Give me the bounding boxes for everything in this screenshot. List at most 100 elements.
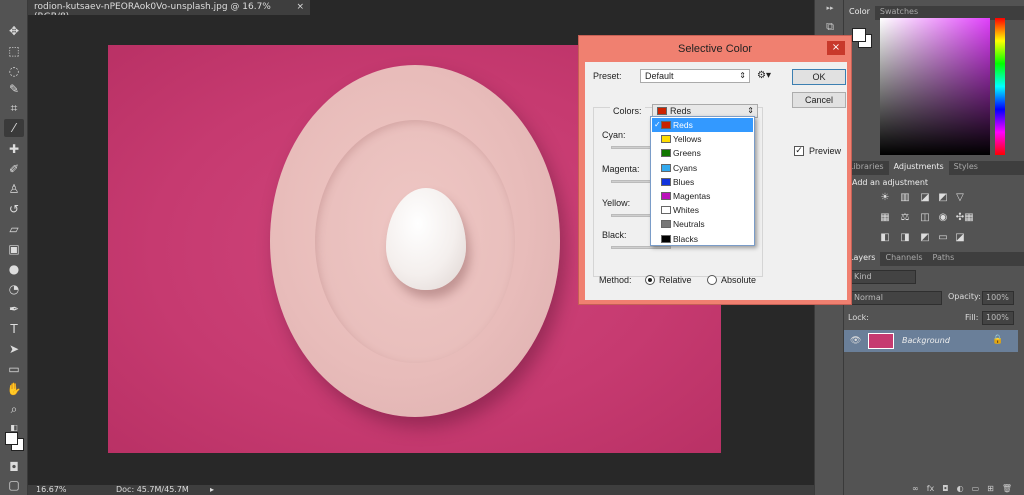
dropdown-option-whites[interactable]: Whites	[652, 203, 753, 217]
foreground-color-swatch[interactable]	[5, 432, 18, 445]
dropdown-option-greens[interactable]: Greens	[652, 146, 753, 160]
gradient-icon[interactable]: ▣	[4, 240, 24, 258]
eraser-icon[interactable]: ▱	[4, 220, 24, 238]
dropdown-option-label: Neutrals	[673, 219, 705, 230]
tab-adjustments[interactable]: Adjustments	[888, 161, 949, 175]
document-tab[interactable]: rodion-kutsaev-nPEORAok0Vo-unsplash.jpg …	[28, 0, 310, 22]
quick-select-icon[interactable]: ✎	[4, 80, 24, 98]
trash-icon[interactable]: 🗑	[1002, 484, 1012, 495]
ok-button[interactable]: OK	[792, 69, 846, 85]
dodge-icon[interactable]: ◔	[4, 280, 24, 298]
posterize-icon[interactable]: ◨	[898, 232, 912, 244]
curves-icon[interactable]: ◪	[918, 192, 932, 204]
history-panel-icon[interactable]: ⧉	[822, 20, 838, 34]
blur-icon[interactable]: ●	[4, 260, 24, 278]
hand-icon[interactable]: ✋	[4, 380, 24, 398]
dropdown-option-cyans[interactable]: Cyans	[652, 161, 753, 175]
color-balance-icon[interactable]: ⚖	[898, 212, 912, 224]
color-swatch	[661, 234, 671, 243]
photo-filter-icon[interactable]: ◉	[936, 212, 950, 224]
dropdown-option-label: Reds	[673, 120, 693, 130]
dropdown-option-reds[interactable]: ✓ Reds	[652, 118, 753, 132]
gradient-map-icon[interactable]: ▭	[936, 232, 950, 244]
fx-icon[interactable]: fx	[927, 484, 935, 495]
collapse-icon[interactable]: ▸▸	[822, 4, 838, 18]
preset-options-icon[interactable]: ⚙▾	[757, 70, 771, 81]
preset-label: Preset:	[593, 71, 622, 81]
screen-mode-icon[interactable]: ▢	[4, 476, 24, 494]
yellow-label: Yellow:	[602, 198, 631, 208]
tab-color[interactable]: Color	[844, 6, 875, 20]
tools-panel: ✥ ⬚ ◌ ✎ ⌗ ⁄ ✚ ✐ ♙ ↺ ▱ ▣ ● ◔ ✒ T ➤ ▭ ✋ ⌕ …	[0, 0, 28, 495]
chevron-down-icon: ⇕	[739, 71, 746, 80]
zoom-level[interactable]: 16.67%	[36, 485, 67, 494]
adjustment-layer-icon[interactable]: ◐	[957, 484, 964, 495]
folder-icon[interactable]: ▭	[972, 484, 980, 495]
black-slider[interactable]	[611, 246, 671, 249]
cancel-button[interactable]: Cancel	[792, 92, 846, 108]
document-size: Doc: 45.7M/45.7M	[116, 485, 189, 494]
close-icon[interactable]: ×	[296, 2, 304, 13]
layer-name[interactable]: Background	[902, 336, 950, 345]
colors-value: Reds	[670, 106, 692, 116]
fill-field[interactable]: 100%	[982, 311, 1014, 325]
dropdown-option-label: Whites	[673, 205, 699, 216]
layers-footer: ∞ fx ◘ ◐ ▭ ⊞ 🗑	[844, 484, 1018, 495]
brush-icon[interactable]: ✐	[4, 160, 24, 178]
crop-icon[interactable]: ⌗	[4, 99, 24, 117]
lock-label: Lock:	[848, 313, 869, 322]
quick-mask-icon[interactable]: ◘	[4, 458, 24, 476]
healing-icon[interactable]: ✚	[4, 140, 24, 158]
preset-select[interactable]: Default ⇕	[640, 69, 750, 83]
blend-mode-select[interactable]: Normal	[850, 291, 942, 305]
pen-icon[interactable]: ✒	[4, 300, 24, 318]
preview-label: Preview	[809, 146, 842, 156]
tab-styles[interactable]: Styles	[949, 161, 983, 175]
threshold-icon[interactable]: ◩	[918, 232, 932, 244]
dropdown-option-magentas[interactable]: Magentas	[652, 189, 753, 203]
dropdown-option-neutrals[interactable]: Neutrals	[652, 217, 753, 231]
history-brush-icon[interactable]: ↺	[4, 200, 24, 218]
lasso-icon[interactable]: ◌	[4, 62, 24, 80]
invert-icon[interactable]: ◧	[878, 232, 892, 244]
exposure-icon[interactable]: ◩	[936, 192, 950, 204]
relative-radio[interactable]	[645, 275, 655, 285]
preview-checkbox[interactable]: ✓	[794, 146, 804, 156]
eyedropper-icon[interactable]: ⁄	[4, 119, 24, 137]
type-icon[interactable]: T	[4, 320, 24, 338]
zoom-icon[interactable]: ⌕	[4, 400, 24, 418]
dropdown-option-yellows[interactable]: Yellows	[652, 132, 753, 146]
brightness-icon[interactable]: ☀	[878, 192, 892, 204]
stamp-icon[interactable]: ♙	[4, 180, 24, 198]
close-icon[interactable]: ×	[827, 41, 845, 55]
color-picker-field[interactable]	[880, 18, 990, 155]
dropdown-option-blues[interactable]: Blues	[652, 175, 753, 189]
new-layer-icon[interactable]: ⊞	[987, 484, 994, 495]
vibrance-icon[interactable]: ▽	[953, 192, 967, 204]
tab-channels[interactable]: Channels	[880, 252, 927, 266]
color-lookup-icon[interactable]: ▦	[962, 212, 976, 224]
path-select-icon[interactable]: ➤	[4, 340, 24, 358]
black-white-icon[interactable]: ◫	[918, 212, 932, 224]
link-icon[interactable]: ∞	[912, 484, 919, 495]
hue-slider[interactable]	[995, 18, 1005, 155]
dropdown-option-blacks[interactable]: Blacks	[652, 232, 753, 246]
absolute-radio[interactable]	[707, 275, 717, 285]
panel-foreground-swatch[interactable]	[852, 28, 866, 42]
lock-icon[interactable]: 🔒	[992, 335, 1003, 345]
layer-kind-filter[interactable]: Kind	[850, 270, 916, 284]
mask-icon[interactable]: ◘	[942, 484, 948, 495]
opacity-field[interactable]: 100%	[982, 291, 1014, 305]
hue-saturation-icon[interactable]: ▦	[878, 212, 892, 224]
dropdown-option-label: Cyans	[673, 162, 698, 173]
move-icon[interactable]: ✥	[4, 22, 24, 40]
levels-icon[interactable]: ▥	[898, 192, 912, 204]
marquee-icon[interactable]: ⬚	[4, 42, 24, 60]
colors-dropdown-list: ✓ Reds Yellows Greens Cyans Blues Magentas Whit…	[650, 116, 755, 246]
tab-paths[interactable]: Paths	[928, 252, 960, 266]
color-swatch	[661, 206, 671, 215]
eye-icon[interactable]: 👁	[850, 336, 861, 346]
status-menu-icon[interactable]: ▸	[210, 485, 214, 494]
shape-icon[interactable]: ▭	[4, 360, 24, 378]
selective-color-icon[interactable]: ◪	[953, 232, 967, 244]
